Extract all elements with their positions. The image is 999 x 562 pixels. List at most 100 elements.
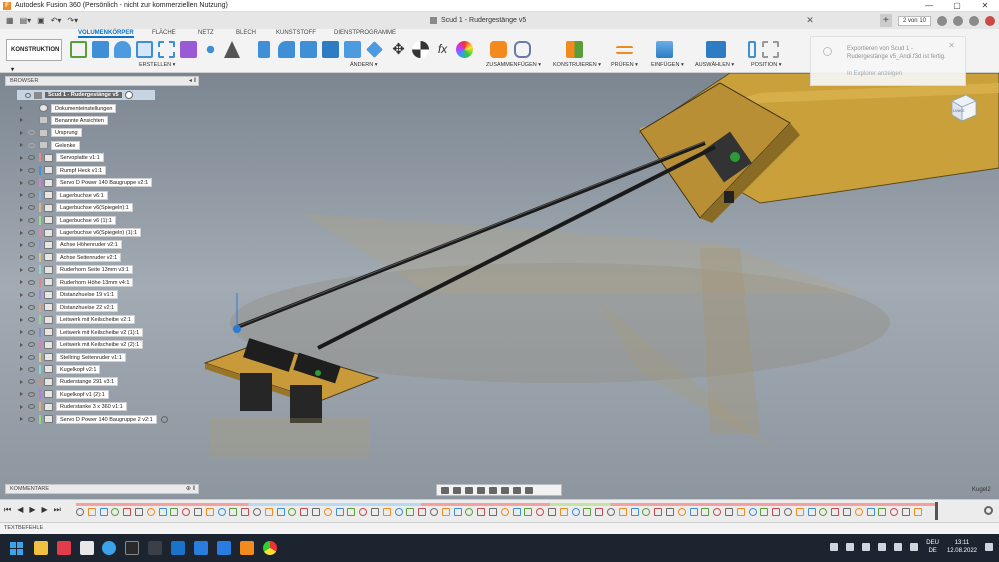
browser-item[interactable]: Achse Seitenruder v2:1 xyxy=(20,251,122,263)
visibility-eye-icon[interactable] xyxy=(28,317,35,323)
timeline-feature-icon[interactable] xyxy=(253,508,261,516)
pattern-icon[interactable] xyxy=(202,41,219,58)
timeline-feature-icon[interactable] xyxy=(571,508,580,516)
expand-arrow-icon[interactable] xyxy=(20,118,23,123)
timeline-feature-icon[interactable] xyxy=(87,508,96,516)
timeline-feature-icon[interactable] xyxy=(866,508,875,516)
expand-arrow-icon[interactable] xyxy=(20,330,23,335)
orbit-icon[interactable] xyxy=(441,486,449,494)
language-indicator[interactable]: DEU DE xyxy=(926,539,939,555)
timeline-feature-icon[interactable] xyxy=(630,508,639,516)
activate-radio-icon[interactable] xyxy=(160,415,168,423)
visibility-eye-icon[interactable] xyxy=(28,342,35,348)
redo-icon[interactable]: ↷▾ xyxy=(67,16,78,25)
page-indicator[interactable]: 2 von 10 xyxy=(897,15,931,26)
timeline-feature-icon[interactable] xyxy=(760,508,769,516)
expand-arrow-icon[interactable] xyxy=(20,242,23,247)
timeline-feature-icon[interactable] xyxy=(784,508,792,516)
expand-arrow-icon[interactable] xyxy=(20,267,23,272)
timeline-feature-icon[interactable] xyxy=(382,508,391,516)
browser-item[interactable]: Ursprung xyxy=(20,127,82,139)
visibility-eye-icon[interactable] xyxy=(28,416,35,422)
visibility-eye-icon[interactable] xyxy=(25,92,31,98)
timeline-feature-icon[interactable] xyxy=(843,508,851,516)
browser-item[interactable]: Kugelkopf v2:1 xyxy=(20,363,101,375)
visibility-eye-icon[interactable] xyxy=(28,205,35,211)
timeline-end-button[interactable]: ⏭ xyxy=(54,505,61,515)
mirror-icon[interactable] xyxy=(224,41,240,58)
construct-plane-icon[interactable] xyxy=(566,41,583,58)
timeline-feature-icon[interactable] xyxy=(335,508,344,516)
timeline-feature-icon[interactable] xyxy=(595,508,604,516)
timeline-feature-icon[interactable] xyxy=(642,508,651,516)
timeline-forward-button[interactable]: ▶ xyxy=(42,505,48,515)
fusion-taskbar-icon[interactable] xyxy=(240,541,254,555)
browser-item[interactable]: Servoplatte v1:1 xyxy=(20,152,104,164)
comments-panel[interactable]: KOMMENTARE ⊕ ‖ xyxy=(5,484,199,494)
timeline-feature-icon[interactable] xyxy=(725,508,733,516)
timeline-feature-icon[interactable] xyxy=(607,508,615,516)
visibility-eye-icon[interactable] xyxy=(28,267,35,273)
expand-arrow-icon[interactable] xyxy=(20,379,23,384)
timeline-feature-icon[interactable] xyxy=(158,508,167,516)
timeline-feature-icon[interactable] xyxy=(512,508,521,516)
expand-arrow-icon[interactable] xyxy=(20,193,23,198)
browser-item[interactable]: Lagerbuchse v6 (1):1 xyxy=(20,214,116,226)
workspace-selector[interactable]: KONSTRUKTION ▾ xyxy=(6,39,62,73)
browser-item[interactable]: Ruderstange 291 v3:1 xyxy=(20,376,119,388)
app-blue-c-icon[interactable] xyxy=(194,541,208,555)
visibility-eye-icon[interactable] xyxy=(28,292,35,298)
measure-icon[interactable] xyxy=(616,46,633,54)
timeline-feature-icon[interactable] xyxy=(394,508,403,516)
tab-volumenkoerper[interactable]: VOLUMENKÖRPER xyxy=(78,30,134,38)
tab-kunststoff[interactable]: KUNSTSTOFF xyxy=(276,30,316,36)
fillet-icon[interactable] xyxy=(278,41,295,58)
undo-icon[interactable]: ↶▾ xyxy=(51,16,62,25)
browser-item[interactable]: Lagerbuchse v6(Spiegeln) (1):1 xyxy=(20,227,142,239)
tab-netz[interactable]: NETZ xyxy=(198,30,214,36)
group-zusammenfuegen[interactable]: ZUSAMMENFÜGEN ▾ xyxy=(486,62,541,68)
timeline-feature-icon[interactable] xyxy=(123,508,132,516)
group-pruefen[interactable]: PRÜFEN ▾ xyxy=(611,62,638,68)
close-notification-icon[interactable]: ✕ xyxy=(948,41,955,50)
visibility-eye-icon[interactable] xyxy=(28,404,35,410)
visibility-eye-icon[interactable] xyxy=(28,254,35,260)
timeline-feature-icon[interactable] xyxy=(430,508,438,516)
maximize-button[interactable]: ▢ xyxy=(943,0,971,12)
timeline-feature-icon[interactable] xyxy=(772,508,781,516)
timeline-feature-icon[interactable] xyxy=(654,508,663,516)
timeline-feature-icon[interactable] xyxy=(323,508,332,516)
browser-item[interactable]: Gelenke xyxy=(20,139,80,151)
browser-item[interactable]: Dokumenteinstellungen xyxy=(20,102,117,114)
look-at-icon[interactable] xyxy=(453,486,461,494)
timeline-feature-icon[interactable] xyxy=(111,508,120,516)
timeline-feature-icon[interactable] xyxy=(795,508,804,516)
new-tab-button[interactable]: + xyxy=(879,14,892,27)
text-commands-bar[interactable]: TEXTBEFEHLE xyxy=(0,522,999,534)
file-menu-icon[interactable]: ▤▾ xyxy=(20,16,32,25)
tab-flaeche[interactable]: FLÄCHE xyxy=(152,30,176,36)
visibility-eye-icon[interactable] xyxy=(28,329,35,335)
visibility-eye-icon[interactable] xyxy=(28,391,35,397)
browser-collapse-control[interactable]: ◂ ‖ xyxy=(189,77,196,85)
timeline-feature-icon[interactable] xyxy=(418,508,427,516)
minimize-button[interactable]: — xyxy=(915,0,943,12)
camera-app-icon[interactable] xyxy=(125,541,139,555)
expand-arrow-icon[interactable] xyxy=(20,317,23,322)
capture-position-icon[interactable] xyxy=(748,41,756,58)
timeline-marker[interactable] xyxy=(935,502,938,520)
expand-arrow-icon[interactable] xyxy=(20,218,23,223)
timeline-feature-icon[interactable] xyxy=(76,508,84,516)
timeline-feature-icon[interactable] xyxy=(441,508,450,516)
tray-icon-3[interactable] xyxy=(862,543,871,551)
timeline-feature-icon[interactable] xyxy=(241,508,250,516)
show-in-explorer-link[interactable]: In Explorer anzeigen xyxy=(847,71,902,77)
timeline-feature-icon[interactable] xyxy=(807,508,816,516)
browser-item[interactable]: Lagerbuchse v6(Spiegeln):1 xyxy=(20,202,133,214)
new-body-icon[interactable] xyxy=(180,41,197,58)
timeline-feature-icon[interactable] xyxy=(288,508,297,516)
timeline-feature-icon[interactable] xyxy=(500,508,509,516)
system-clock[interactable]: 13:11 12.08.2022 xyxy=(947,539,977,555)
group-konstruieren[interactable]: KONSTRUIEREN ▾ xyxy=(553,62,601,68)
timeline-feature-icon[interactable] xyxy=(359,508,368,516)
